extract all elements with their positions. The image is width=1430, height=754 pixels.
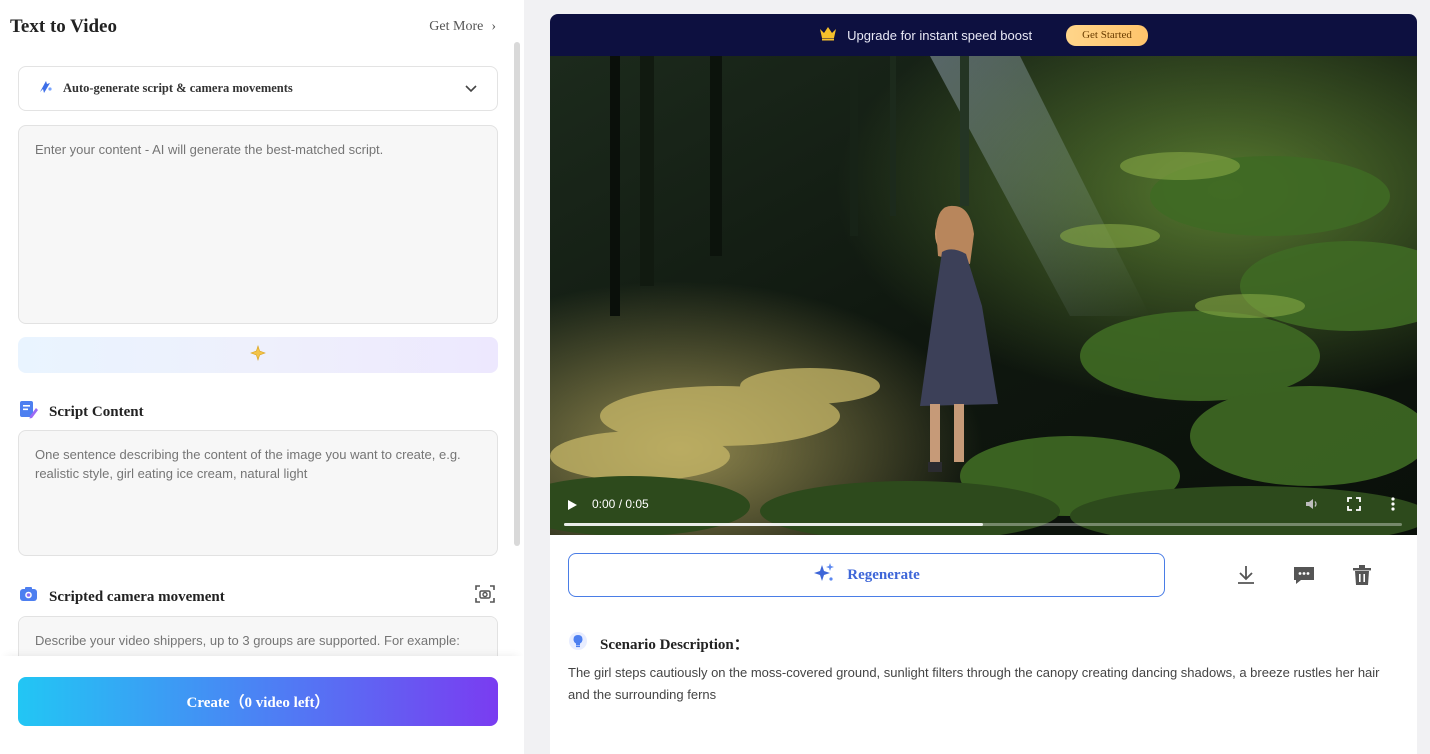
video-frame [550, 56, 1417, 535]
result-card: Upgrade for instant speed boost Get Star… [550, 14, 1417, 754]
sparkles-icon [813, 562, 835, 589]
regenerate-button[interactable]: Regenerate [568, 553, 1165, 597]
edit-doc-icon [18, 399, 39, 425]
scenario-description: The girl steps cautiously on the moss-co… [568, 665, 1380, 702]
camera-scan-icon[interactable] [474, 583, 496, 605]
scrollbar[interactable] [514, 42, 520, 546]
auto-generate-label: Auto-generate script & camera movements [63, 81, 293, 95]
trash-icon[interactable] [1349, 562, 1375, 588]
get-more-link[interactable]: Get More › [429, 19, 496, 35]
upgrade-banner: Upgrade for instant speed boost Get Star… [550, 14, 1417, 56]
play-icon[interactable] [566, 498, 578, 516]
page-title: Text to Video [10, 16, 117, 37]
crown-icon [819, 25, 837, 46]
sparkle-icon [250, 344, 266, 366]
get-started-button[interactable]: Get Started [1066, 24, 1148, 46]
get-more-label: Get More [429, 19, 484, 34]
video-time: 0:00 / 0:05 [592, 497, 649, 511]
create-button[interactable]: Create（0 video left） [18, 677, 498, 726]
left-panel: Text to Video Get More › Auto-generate s… [0, 0, 524, 754]
volume-icon[interactable] [1304, 496, 1320, 517]
magic-wand-icon [37, 78, 53, 99]
more-options-icon[interactable] [1390, 496, 1396, 517]
video-progress-fill [564, 523, 983, 526]
download-icon[interactable] [1233, 562, 1259, 588]
scenario-title: Scenario Description： [600, 637, 749, 653]
chevron-down-icon [463, 80, 479, 96]
content-input[interactable] [18, 125, 498, 324]
script-content-header: Script Content [18, 399, 144, 425]
comment-icon[interactable] [1291, 562, 1317, 588]
camera-movement-title: Scripted camera movement [49, 588, 225, 605]
script-content-input[interactable] [18, 430, 498, 556]
camera-movement-input[interactable] [18, 616, 498, 656]
regenerate-label: Regenerate [847, 566, 920, 583]
auto-generate-dropdown[interactable]: Auto-generate script & camera movements [18, 66, 498, 111]
lightbulb-icon [568, 631, 588, 656]
upgrade-text: Upgrade for instant speed boost [847, 27, 1033, 43]
generate-script-button[interactable] [18, 337, 498, 373]
script-content-title: Script Content [49, 403, 144, 420]
video-controls: 0:00 / 0:05 [550, 485, 1417, 535]
camera-icon [18, 584, 39, 610]
scenario-header: Scenario Description： [568, 631, 749, 656]
camera-movement-header: Scripted camera movement [18, 584, 225, 610]
video-player[interactable]: 0:00 / 0:05 [550, 56, 1417, 535]
video-progress-bar[interactable] [564, 523, 1402, 526]
fullscreen-icon[interactable] [1346, 496, 1362, 517]
chevron-right-icon: › [491, 19, 496, 34]
